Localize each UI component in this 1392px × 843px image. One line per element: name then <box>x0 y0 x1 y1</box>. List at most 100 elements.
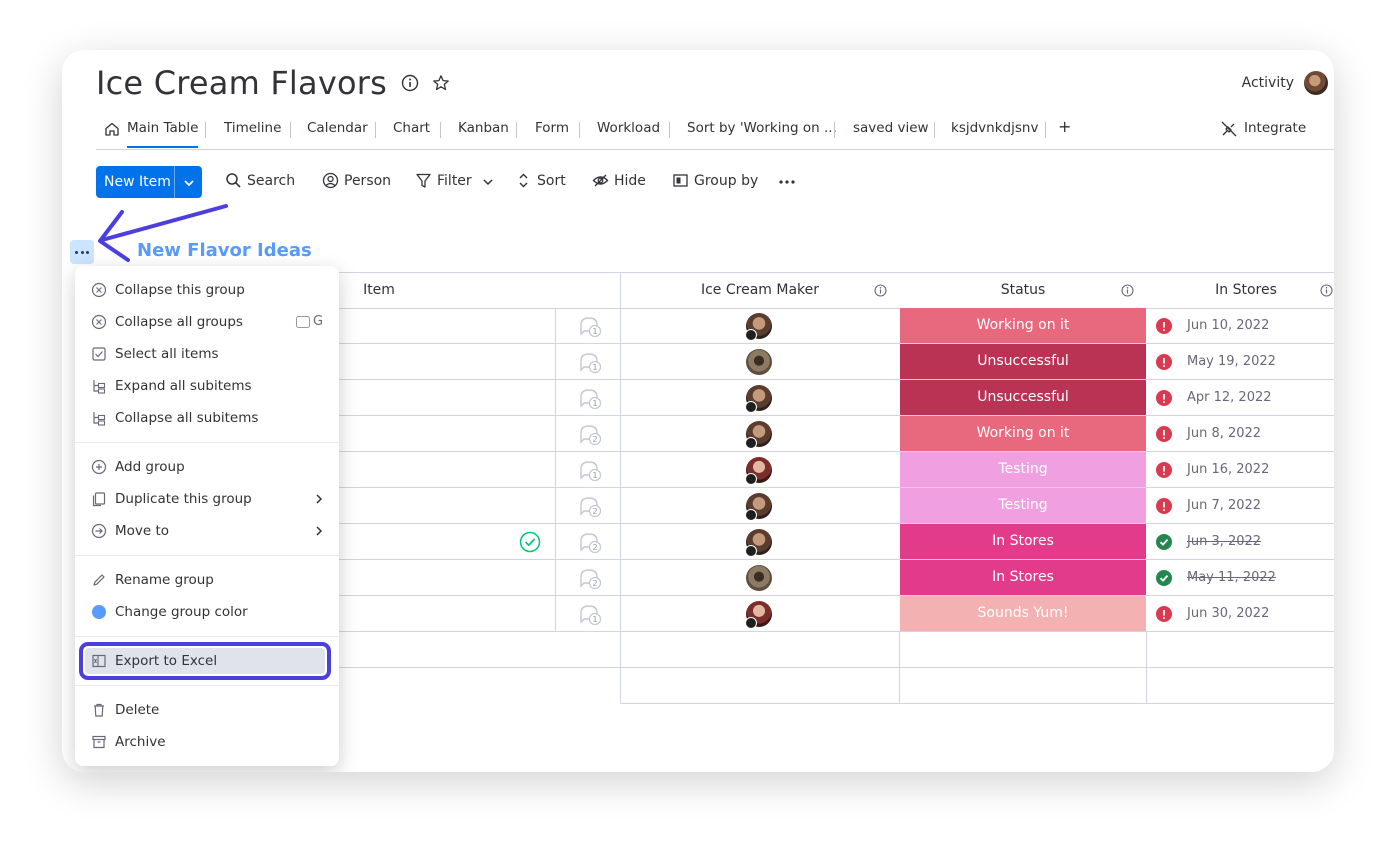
avatar[interactable] <box>1304 71 1328 95</box>
check-icon <box>1156 534 1172 550</box>
menu-add-group[interactable]: Add group <box>115 459 185 475</box>
avatar[interactable] <box>746 349 772 375</box>
column-header-maker[interactable]: Ice Cream Maker <box>621 272 899 308</box>
updates-bubble-icon[interactable]: 2 <box>578 568 602 590</box>
updates-bubble-icon[interactable]: 1 <box>578 604 602 626</box>
updates-count: 1 <box>592 471 597 480</box>
updates-bubble-icon[interactable]: 2 <box>578 424 602 446</box>
menu-export-excel[interactable]: Export to Excel <box>115 653 217 669</box>
filter-button[interactable]: Filter <box>416 173 472 189</box>
add-view-button[interactable]: + <box>1058 117 1071 136</box>
info-icon[interactable] <box>401 74 419 92</box>
menu-change-color[interactable]: Change group color <box>115 604 248 620</box>
move-icon <box>91 523 107 539</box>
check-circle-icon[interactable] <box>519 531 541 553</box>
tab-calendar[interactable]: Calendar <box>307 120 368 136</box>
menu-archive[interactable]: Archive <box>115 734 166 750</box>
info-icon[interactable] <box>1320 284 1333 297</box>
board-title[interactable]: Ice Cream Flavors <box>96 64 387 102</box>
date-value[interactable]: Apr 12, 2022 <box>1187 380 1307 415</box>
tab-timeline[interactable]: Timeline <box>224 120 281 136</box>
tab-kanban[interactable]: Kanban <box>458 120 509 136</box>
menu-duplicate-group[interactable]: Duplicate this group <box>115 491 252 507</box>
status-label[interactable]: In Stores <box>900 524 1146 559</box>
archive-icon <box>92 735 106 749</box>
table-row[interactable]: 2 Testing Jun 7, 2022 <box>339 488 1334 524</box>
updates-bubble-icon[interactable]: 2 <box>578 496 602 518</box>
new-item-button[interactable]: New Item <box>96 166 202 198</box>
updates-count: 2 <box>592 543 597 552</box>
tab-saved-view[interactable]: saved view <box>853 120 929 136</box>
status-label[interactable]: Testing <box>900 488 1146 523</box>
table-row[interactable]: 1 Unsuccessful Apr 12, 2022 <box>339 380 1334 416</box>
table-row[interactable]: 1 Testing Jun 16, 2022 <box>339 452 1334 488</box>
tab-workload[interactable]: Workload <box>597 120 660 136</box>
status-label[interactable]: Unsuccessful <box>900 380 1146 415</box>
chevron-down-icon[interactable] <box>182 176 196 190</box>
date-value[interactable]: Jun 16, 2022 <box>1187 452 1307 487</box>
status-label[interactable]: Sounds Yum! <box>900 596 1146 631</box>
minus-badge-icon <box>745 401 757 413</box>
search-label: Search <box>247 173 296 189</box>
menu-delete[interactable]: Delete <box>115 702 159 718</box>
table-row[interactable]: 1 Unsuccessful May 19, 2022 <box>339 344 1334 380</box>
date-value[interactable]: Jun 30, 2022 <box>1187 596 1307 631</box>
status-label[interactable]: Testing <box>900 452 1146 487</box>
date-value[interactable]: Jun 3, 2022 <box>1187 524 1307 559</box>
tab-ksjdvnkdjsnv[interactable]: ksjdvnkdjsnv <box>951 120 1038 136</box>
view-tabs: Main Table Timeline Calendar Chart Kanba… <box>96 112 1334 150</box>
tab-chart[interactable]: Chart <box>393 120 430 136</box>
hide-label: Hide <box>614 173 646 189</box>
menu-collapse-subitems[interactable]: Collapse all subitems <box>115 410 258 426</box>
status-label[interactable]: Working on it <box>900 416 1146 451</box>
more-options-icon[interactable] <box>778 179 796 185</box>
hide-button[interactable]: Hide <box>592 173 646 189</box>
sort-button[interactable]: Sort <box>519 173 566 189</box>
search-button[interactable]: Search <box>226 173 296 189</box>
chevron-down-icon[interactable] <box>482 176 494 188</box>
table-row[interactable]: 2 In Stores Jun 3, 2022 <box>339 524 1334 560</box>
date-value[interactable]: May 19, 2022 <box>1187 344 1307 379</box>
activity-link[interactable]: Activity <box>1242 75 1294 91</box>
group-title[interactable]: New Flavor Ideas <box>137 240 312 261</box>
updates-bubble-icon[interactable]: 1 <box>578 388 602 410</box>
group-by-button[interactable]: Group by <box>673 173 758 189</box>
menu-expand-subitems[interactable]: Expand all subitems <box>115 378 252 394</box>
tab-form[interactable]: Form <box>535 120 569 136</box>
pencil-icon <box>93 574 105 586</box>
ctrl-key-icon <box>296 316 310 328</box>
menu-collapse-all[interactable]: Collapse all groups <box>115 314 243 330</box>
menu-rename-group[interactable]: Rename group <box>115 572 214 588</box>
tab-main-table[interactable]: Main Table <box>127 120 199 148</box>
updates-bubble-icon[interactable]: 1 <box>578 460 602 482</box>
person-filter-button[interactable]: Person <box>322 172 391 189</box>
date-value[interactable]: Jun 8, 2022 <box>1187 416 1307 451</box>
status-label[interactable]: In Stores <box>900 560 1146 595</box>
tab-sort-view[interactable]: Sort by 'Working on ... <box>687 120 837 136</box>
status-label[interactable]: Working on it <box>900 308 1146 343</box>
column-header-in-stores[interactable]: In Stores <box>1147 272 1334 308</box>
avatar[interactable] <box>746 565 772 591</box>
updates-bubble-icon[interactable]: 2 <box>578 532 602 554</box>
date-value[interactable]: May 11, 2022 <box>1187 560 1307 595</box>
star-icon[interactable] <box>432 74 450 92</box>
menu-move-to[interactable]: Move to <box>115 523 169 539</box>
menu-collapse-group[interactable]: Collapse this group <box>115 282 245 298</box>
filter-label: Filter <box>437 173 472 189</box>
info-icon[interactable] <box>1121 284 1134 297</box>
updates-bubble-icon[interactable]: 1 <box>578 316 602 338</box>
column-header-status[interactable]: Status <box>900 272 1146 308</box>
table-row[interactable]: 1 Working on it Jun 10, 2022 <box>339 308 1334 344</box>
column-header-item[interactable]: Item <box>339 272 419 308</box>
updates-bubble-icon[interactable]: 1 <box>578 352 602 374</box>
table-row[interactable]: 1 Sounds Yum! Jun 30, 2022 <box>339 596 1334 632</box>
date-value[interactable]: Jun 10, 2022 <box>1187 308 1307 343</box>
table-row[interactable]: 2 Working on it Jun 8, 2022 <box>339 416 1334 452</box>
menu-select-all[interactable]: Select all items <box>115 346 219 362</box>
date-value[interactable]: Jun 7, 2022 <box>1187 488 1307 523</box>
home-badge-icon <box>745 473 757 485</box>
info-icon[interactable] <box>874 284 887 297</box>
integrate-button[interactable]: Integrate <box>1244 120 1306 136</box>
status-label[interactable]: Unsuccessful <box>900 344 1146 379</box>
table-row[interactable]: 2 In Stores May 11, 2022 <box>339 560 1334 596</box>
